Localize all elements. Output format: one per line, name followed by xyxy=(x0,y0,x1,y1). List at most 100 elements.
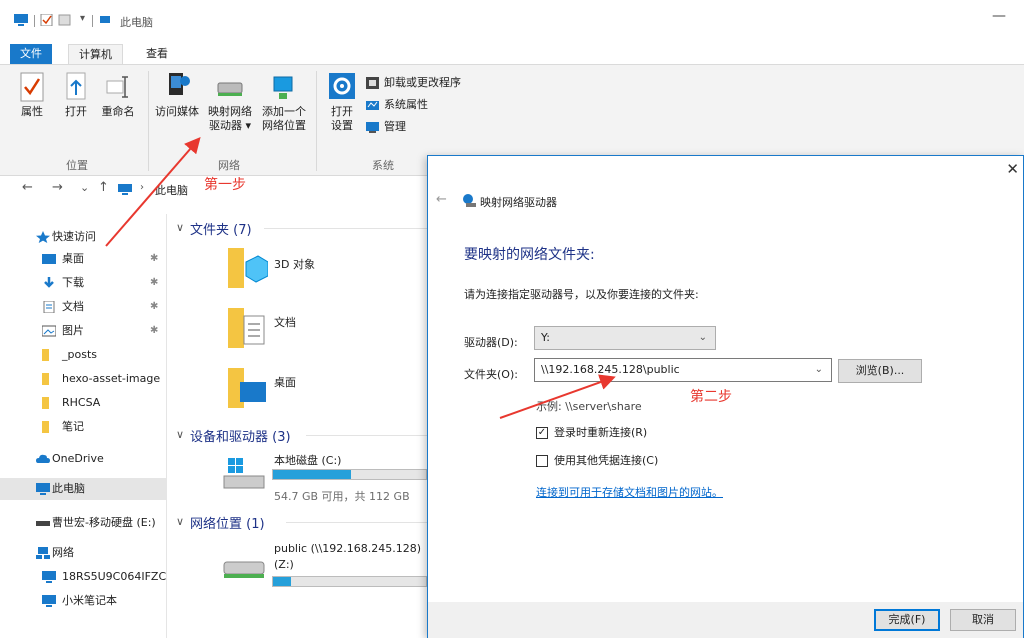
open-settings-button[interactable]: 打开 设置 xyxy=(322,71,362,133)
folder-name[interactable]: 桌面 xyxy=(274,374,296,390)
map-network-drive-button[interactable]: 映射网络 驱动器 ▾ xyxy=(204,71,256,133)
browse-button[interactable]: 浏览(B)... xyxy=(838,359,922,383)
new-folder-icon[interactable] xyxy=(58,14,72,26)
nav-item-network[interactable]: 网络 xyxy=(0,542,166,564)
drive-c-name[interactable]: 本地磁盘 (C:) xyxy=(274,452,341,468)
nav-item-usb-drive[interactable]: 曹世宏-移动硬盘 (E:) xyxy=(0,512,166,534)
map-network-label-2: 驱动器 ▾ xyxy=(208,119,252,132)
system-group-label: 系统 xyxy=(372,159,394,172)
reconnect-checkbox[interactable]: ✓ 登录时重新连接(R) xyxy=(536,426,647,440)
nav-item-xiaomi-laptop[interactable]: 小米笔记本 xyxy=(0,590,166,612)
properties-icon[interactable] xyxy=(40,14,54,26)
uninstall-icon xyxy=(366,77,379,89)
open-icon xyxy=(66,72,86,100)
cloud-icon xyxy=(36,454,50,463)
folders-section-header[interactable]: 文件夹 (7) xyxy=(190,219,252,238)
folder-name[interactable]: 文档 xyxy=(274,314,296,330)
dialog-heading: 要映射的网络文件夹: xyxy=(464,247,595,263)
nav-item-desktop[interactable]: 桌面 ✱ xyxy=(0,248,166,270)
3d-objects-folder-icon[interactable] xyxy=(226,244,268,290)
desktop-icon xyxy=(42,254,56,264)
separator xyxy=(92,15,93,27)
folder-path-value: \\192.168.245.128\public xyxy=(541,363,680,376)
nav-item-label: RHCSA xyxy=(62,396,101,409)
network-group-label: 网络 xyxy=(218,159,240,172)
other-credentials-label: 使用其他凭据连接(C) xyxy=(554,454,659,467)
network-drive-icon[interactable] xyxy=(222,552,266,584)
map-network-drive-dialog: ✕ ← 映射网络驱动器 要映射的网络文件夹: 请为连接指定驱动器号，以及你要连接… xyxy=(427,155,1024,638)
finish-button[interactable]: 完成(F) xyxy=(874,609,940,631)
pc-icon[interactable] xyxy=(14,14,28,26)
network-location-drive-letter[interactable]: (Z:) xyxy=(274,558,294,571)
rename-button[interactable]: 重命名 xyxy=(96,71,140,119)
folder-icon xyxy=(42,397,49,409)
local-disk-icon[interactable] xyxy=(222,458,266,492)
nav-item-computer-18rs5u9c[interactable]: 18RS5U9C064IFZC xyxy=(0,566,166,588)
open-settings-label-2: 设置 xyxy=(331,119,353,132)
properties-icon xyxy=(20,72,44,102)
system-properties-button[interactable]: 系统属性 xyxy=(366,97,428,113)
network-location-icon xyxy=(273,76,293,99)
customize-quick-access-icon[interactable]: ▾ xyxy=(80,13,85,24)
up-button[interactable]: ↑ xyxy=(98,180,109,195)
network-location-name[interactable]: public (\\192.168.245.128) xyxy=(274,542,421,555)
download-icon xyxy=(44,277,54,288)
minimize-button[interactable]: — xyxy=(988,8,1010,30)
breadcrumb-chevron-icon[interactable]: › xyxy=(140,182,144,193)
nav-item-documents[interactable]: 文档 ✱ xyxy=(0,296,166,318)
collapse-chevron-icon[interactable]: ∨ xyxy=(176,515,184,528)
nav-item-label: 笔记 xyxy=(62,420,84,433)
collapse-chevron-icon[interactable]: ∨ xyxy=(176,221,184,234)
nav-item-label: 曹世宏-移动硬盘 (E:) xyxy=(52,516,156,529)
properties-button[interactable]: 属性 xyxy=(14,71,50,119)
recent-locations-button[interactable]: ⌄ xyxy=(80,181,89,194)
nav-item-downloads[interactable]: 下载 ✱ xyxy=(0,272,166,294)
nav-item-label: 图片 xyxy=(62,324,84,337)
folder-icon xyxy=(42,373,49,385)
nav-item-notes[interactable]: 笔记 xyxy=(0,416,166,438)
nav-item-hexo-asset-image[interactable]: hexo-asset-image xyxy=(0,368,166,390)
storage-website-link[interactable]: 连接到可用于存储文档和图片的网站。 xyxy=(536,484,723,500)
desktop-folder-icon[interactable] xyxy=(226,364,268,410)
devices-section-header[interactable]: 设备和驱动器 (3) xyxy=(190,426,291,445)
open-button[interactable]: 打开 xyxy=(58,71,94,119)
forward-button[interactable]: → xyxy=(52,180,63,195)
folder-name[interactable]: 3D 对象 xyxy=(274,256,315,272)
nav-item-onedrive[interactable]: OneDrive xyxy=(0,448,166,470)
drive-letter-select[interactable]: Y: ⌄ xyxy=(534,326,716,350)
breadcrumb[interactable]: 此电脑 xyxy=(155,182,188,198)
dialog-back-button[interactable]: ← xyxy=(436,192,447,207)
uninstall-program-button[interactable]: 卸载或更改程序 xyxy=(366,75,461,91)
back-button[interactable]: ← xyxy=(22,180,33,195)
nav-item-label: _posts xyxy=(62,348,97,361)
nav-item-this-pc[interactable]: 此电脑 xyxy=(0,478,166,500)
cancel-button[interactable]: 取消 xyxy=(950,609,1016,631)
nav-item-quick-access[interactable]: 快速访问 xyxy=(0,226,166,248)
tab-computer[interactable]: 计算机 xyxy=(68,44,123,64)
manage-button[interactable]: 管理 xyxy=(366,119,406,135)
drive-c-usage-bar xyxy=(272,469,427,480)
chevron-down-icon[interactable]: ⌄ xyxy=(815,359,823,381)
pc-icon xyxy=(42,571,56,583)
access-media-button[interactable]: 访问媒体 xyxy=(152,71,202,119)
network-locations-section-header[interactable]: 网络位置 (1) xyxy=(190,513,265,532)
nav-item-pictures[interactable]: 图片 ✱ xyxy=(0,320,166,342)
nav-item-label: 此电脑 xyxy=(52,482,85,495)
dialog-footer: 完成(F) 取消 xyxy=(428,602,1023,638)
pane-divider[interactable] xyxy=(166,214,167,638)
close-button[interactable]: ✕ xyxy=(1006,160,1019,178)
nav-item-posts[interactable]: _posts xyxy=(0,344,166,366)
folder-path-input[interactable]: \\192.168.245.128\public ⌄ xyxy=(534,358,832,382)
documents-folder-icon[interactable] xyxy=(226,304,268,350)
folder-icon xyxy=(42,349,49,361)
tab-view[interactable]: 查看 xyxy=(136,44,178,64)
tab-file[interactable]: 文件 xyxy=(10,44,52,64)
rename-label: 重命名 xyxy=(101,105,135,118)
network-drive-icon xyxy=(217,82,243,96)
collapse-chevron-icon[interactable]: ∨ xyxy=(176,428,184,441)
add-network-location-button[interactable]: 添加一个 网络位置 xyxy=(258,71,310,133)
other-credentials-checkbox[interactable]: 使用其他凭据连接(C) xyxy=(536,454,658,468)
nav-item-rhcsa[interactable]: RHCSA xyxy=(0,392,166,414)
star-icon xyxy=(36,231,50,243)
uninstall-label: 卸载或更改程序 xyxy=(384,76,461,89)
